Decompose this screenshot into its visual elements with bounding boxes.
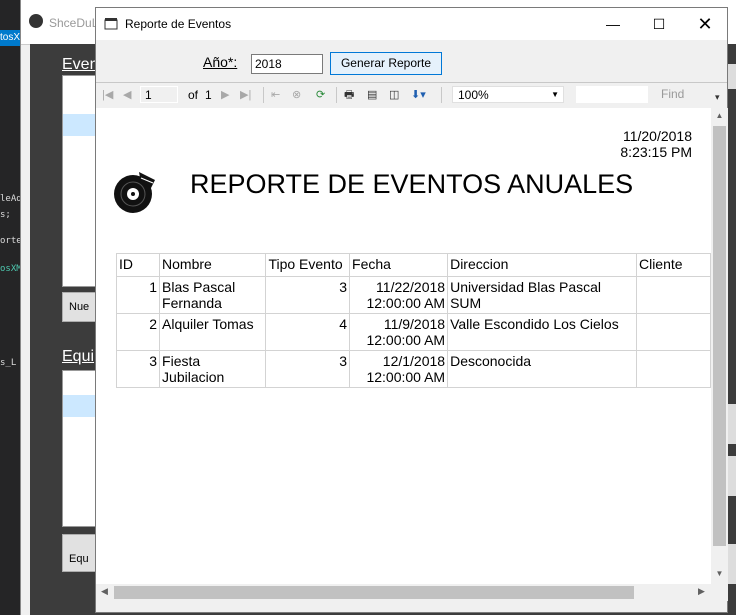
events-label: Even (62, 56, 99, 73)
print-layout-icon[interactable]: ▤ (367, 87, 377, 103)
next-page-icon[interactable]: ▶ (221, 87, 229, 103)
chevron-down-icon: ▼ (551, 90, 559, 99)
code-text: s_L (0, 358, 17, 368)
last-page-icon[interactable]: ▶| (240, 87, 251, 103)
scroll-right-icon[interactable]: ▶ (698, 586, 705, 597)
generate-report-button[interactable]: Generar Reporte (330, 52, 442, 75)
cell-tipo: 3 (265, 350, 351, 388)
cell-cliente (635, 350, 711, 388)
parameter-bar: Año*: Generar Reporte (96, 40, 727, 82)
scroll-left-icon[interactable]: ◀ (101, 586, 108, 597)
column-header: Direccion (447, 253, 637, 277)
report-viewer-toolbar: |◀ ◀ 1 of 1 ▶ ▶| ⇤ ⊗ ⟳ 🖶 ▤ ◫ ⬇▾ 100% ▼ F… (96, 82, 727, 109)
report-datetime: 11/20/2018 8:23:15 PM (586, 128, 692, 160)
code-text: orte (0, 236, 22, 246)
zoom-value: 100% (458, 88, 489, 102)
print-icon[interactable]: 🖶 (344, 87, 354, 103)
cell-id: 3 (115, 350, 161, 388)
cell-fecha: 11/22/2018 12:00:00 AM (349, 276, 449, 314)
equipment-label: Equi (62, 348, 95, 365)
column-header: ID (115, 253, 161, 277)
find-button[interactable]: Find (661, 87, 684, 101)
events-table: ID Nombre Tipo Evento Fecha Direccion Cl… (115, 253, 711, 388)
vertical-scrollbar[interactable]: ▲ ▼ (711, 108, 728, 584)
cell-fecha: 11/9/2018 12:00:00 AM (349, 313, 449, 351)
cell-tipo: 4 (265, 313, 351, 351)
events-grid[interactable] (62, 75, 98, 287)
year-input[interactable] (251, 54, 323, 74)
horizontal-scrollbar[interactable]: ◀ ▶ (96, 584, 711, 601)
titlebar[interactable]: Reporte de Eventos — ☐ ✕ (96, 8, 727, 40)
report-date: 11/20/2018 (622, 128, 692, 144)
cell-tipo: 3 (265, 276, 351, 314)
total-pages: 1 (205, 88, 212, 102)
cell-direccion: Universidad Blas Pascal SUM (447, 276, 637, 314)
code-text: osXM (0, 264, 22, 274)
cell-id: 2 (115, 313, 161, 351)
window-title: Reporte de Eventos (125, 17, 232, 31)
scroll-down-icon[interactable]: ▼ (711, 569, 728, 578)
cell-id: 1 (115, 276, 161, 314)
scrollbar-corner (711, 584, 728, 601)
table-header-row: ID Nombre Tipo Evento Fecha Direccion Cl… (115, 253, 711, 277)
code-text: s; (0, 210, 11, 220)
page-setup-icon[interactable]: ◫ (389, 87, 399, 103)
export-icon[interactable]: ⬇▾ (411, 87, 426, 103)
equipment-grid[interactable] (62, 370, 98, 527)
vinyl-record-icon (114, 172, 155, 213)
report-page: 11/20/2018 8:23:15 PM REPORTE DE EVENTOS… (96, 108, 711, 584)
scroll-up-icon[interactable]: ▲ (711, 111, 728, 120)
page-of-label: of (188, 88, 199, 102)
cell-direccion: Desconocida (447, 350, 637, 388)
close-button[interactable]: ✕ (682, 8, 728, 40)
equipment-button[interactable]: Equ (62, 534, 96, 572)
new-button[interactable]: Nue (62, 292, 97, 322)
table-row: 1 Blas Pascal Fernanda 3 11/22/2018 12:0… (115, 276, 711, 314)
table-row: 2 Alquiler Tomas 4 11/9/2018 12:00:00 AM… (115, 313, 711, 351)
column-header: Cliente (635, 253, 711, 277)
cell-cliente (635, 313, 711, 351)
code-text: leAd (0, 194, 22, 204)
back-icon[interactable]: ⇤ (271, 87, 280, 103)
vertical-scroll-thumb[interactable] (713, 126, 726, 546)
current-page-input[interactable]: 1 (140, 86, 178, 103)
column-header: Nombre (159, 253, 267, 277)
zoom-select[interactable]: 100% ▼ (452, 86, 564, 103)
cell-direccion: Valle Escondido Los Cielos (447, 313, 637, 351)
stop-icon[interactable]: ⊗ (292, 87, 301, 103)
app-icon (29, 14, 43, 28)
cell-nombre: Alquiler Tomas (159, 313, 267, 351)
parent-right-edge (728, 44, 736, 615)
maximize-button[interactable]: ☐ (636, 8, 682, 40)
first-page-icon[interactable]: |◀ (102, 87, 113, 103)
find-input[interactable] (576, 86, 648, 103)
cell-nombre: Blas Pascal Fernanda (159, 276, 267, 314)
minimize-button[interactable]: — (590, 8, 636, 40)
cell-cliente (635, 276, 711, 314)
cell-nombre: Fiesta Jubilacion (159, 350, 267, 388)
column-header: Tipo Evento (265, 253, 351, 277)
toolbar-overflow-icon[interactable]: ▾ (715, 89, 720, 105)
report-title: REPORTE DE EVENTOS ANUALES (190, 169, 634, 199)
cell-fecha: 12/1/2018 12:00:00 AM (349, 350, 449, 388)
report-time: 8:23:15 PM (620, 144, 692, 160)
year-label: Año*: (203, 54, 238, 70)
table-row: 3 Fiesta Jubilacion 3 12/1/2018 12:00:00… (115, 350, 711, 388)
report-dialog: Reporte de Eventos — ☐ ✕ Año*: Generar R… (95, 7, 728, 613)
refresh-icon[interactable]: ⟳ (316, 87, 325, 103)
previous-page-icon[interactable]: ◀ (123, 87, 131, 103)
horizontal-scroll-thumb[interactable] (114, 586, 634, 599)
report-app-icon (104, 18, 118, 30)
column-header: Fecha (349, 253, 449, 277)
